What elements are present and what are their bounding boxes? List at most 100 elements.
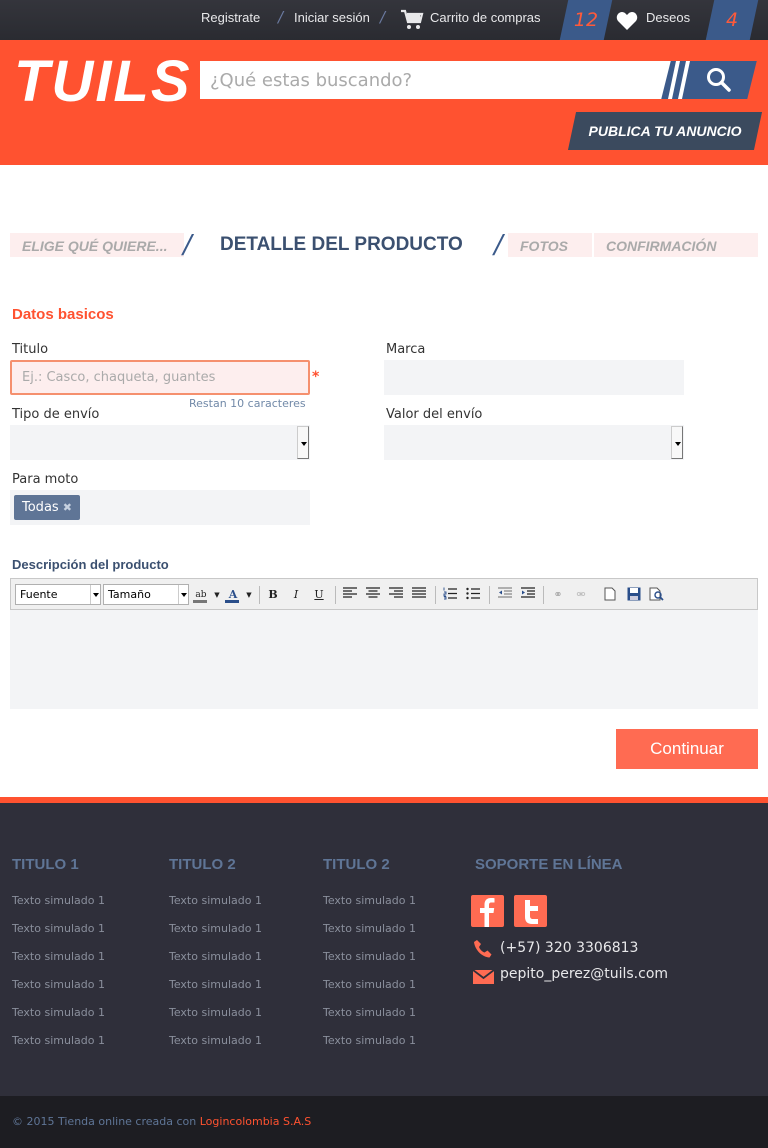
- moto-tag[interactable]: Todas ✖: [14, 495, 80, 520]
- valor-envio-select[interactable]: [384, 425, 684, 460]
- search-stripes-decoration: [668, 61, 690, 99]
- footer-link[interactable]: Texto simulado 1: [169, 950, 262, 963]
- highlight-color-icon[interactable]: ab: [193, 587, 209, 603]
- align-left-icon[interactable]: [342, 587, 358, 603]
- footer-link[interactable]: Texto simulado 1: [323, 922, 416, 935]
- save-icon[interactable]: [626, 587, 642, 603]
- logo[interactable]: TUILS: [14, 48, 192, 115]
- step-confirmation[interactable]: CONFIRMACIÓN: [594, 233, 758, 257]
- titulo-input[interactable]: [12, 362, 308, 393]
- footer-link[interactable]: Texto simulado 1: [169, 1006, 262, 1019]
- required-mark: *: [312, 369, 320, 385]
- underline-icon[interactable]: U: [311, 587, 327, 603]
- align-right-icon[interactable]: [388, 587, 404, 603]
- cart-icon[interactable]: [400, 9, 424, 35]
- step-photos[interactable]: FOTOS: [508, 233, 592, 257]
- footer-link[interactable]: Texto simulado 1: [169, 922, 262, 935]
- text-color-icon[interactable]: A: [225, 587, 241, 603]
- footer-link[interactable]: Texto simulado 1: [169, 894, 262, 907]
- footer-link[interactable]: Texto simulado 1: [12, 978, 105, 991]
- chevron-down-icon: [90, 585, 100, 604]
- unordered-list-icon[interactable]: [465, 587, 481, 603]
- publish-ad-button[interactable]: PUBLICA TU ANUNCIO: [567, 112, 763, 150]
- search-input[interactable]: [200, 61, 676, 99]
- titulo-field-wrap: [10, 360, 310, 395]
- search-icon[interactable]: [706, 67, 732, 97]
- header: TUILS PUBLICA TU ANUNCIO: [0, 40, 768, 165]
- tipo-envio-select[interactable]: [10, 425, 310, 460]
- footer-link[interactable]: Texto simulado 1: [12, 1034, 105, 1047]
- align-justify-icon[interactable]: [411, 587, 427, 603]
- register-link[interactable]: Registrate: [201, 10, 260, 25]
- separator: /: [278, 8, 284, 26]
- ordered-list-icon[interactable]: [442, 587, 458, 603]
- moto-tag-label: Todas: [22, 500, 59, 515]
- section-title: Datos basicos: [12, 306, 114, 323]
- tipo-envio-label: Tipo de envío: [12, 407, 100, 422]
- cart-link[interactable]: Carrito de compras: [430, 10, 541, 25]
- copyright-text: © 2015 Tienda online creada con Logincol…: [12, 1115, 312, 1128]
- new-document-icon[interactable]: [602, 587, 618, 603]
- login-link[interactable]: Iniciar sesión: [294, 10, 370, 25]
- chevron-down-icon[interactable]: ▼: [241, 587, 257, 603]
- toolbar-divider: [335, 586, 336, 604]
- link-icon[interactable]: ⚭: [550, 587, 566, 603]
- align-center-icon[interactable]: [365, 587, 381, 603]
- step-separator: /: [494, 230, 503, 260]
- copyright-bar: © 2015 Tienda online creada con Logincol…: [0, 1096, 768, 1148]
- wishlist-count-badge[interactable]: 4: [705, 0, 759, 40]
- footer-link[interactable]: Texto simulado 1: [323, 950, 416, 963]
- footer-link[interactable]: Texto simulado 1: [323, 1006, 416, 1019]
- continue-button[interactable]: Continuar: [616, 729, 758, 769]
- footer-link[interactable]: Texto simulado 1: [323, 978, 416, 991]
- outdent-icon[interactable]: [497, 587, 513, 603]
- twitter-icon[interactable]: [514, 895, 547, 927]
- footer-col-title: TITULO 1: [12, 856, 79, 873]
- remove-tag-icon[interactable]: ✖: [63, 501, 72, 514]
- step-choose[interactable]: ELIGE QUÉ QUIERE...: [10, 233, 184, 257]
- facebook-icon[interactable]: [471, 895, 504, 927]
- phone-icon: [473, 939, 493, 963]
- footer-link[interactable]: Texto simulado 1: [323, 1034, 416, 1047]
- marca-label: Marca: [386, 342, 426, 357]
- cart-count-badge[interactable]: 12: [559, 0, 613, 40]
- toolbar-divider: [543, 586, 544, 604]
- support-title: SOPORTE EN LÍNEA: [475, 856, 623, 873]
- footer-col-title: TITULO 2: [323, 856, 390, 873]
- chevron-down-icon[interactable]: ▼: [209, 587, 225, 603]
- bold-icon[interactable]: B: [265, 587, 281, 603]
- valor-envio-label: Valor del envío: [386, 407, 483, 422]
- remaining-characters: Restan 10 caracteres: [189, 397, 306, 410]
- marca-input[interactable]: [384, 360, 684, 395]
- toolbar-divider: [489, 586, 490, 604]
- unlink-icon[interactable]: ⚮: [573, 587, 589, 603]
- chevron-down-icon[interactable]: [671, 426, 683, 459]
- chevron-down-icon[interactable]: [297, 426, 309, 459]
- titulo-label: Titulo: [12, 342, 49, 357]
- preview-icon[interactable]: [649, 587, 665, 603]
- heart-icon[interactable]: [616, 11, 638, 35]
- step-product-detail[interactable]: DETALLE DEL PRODUCTO: [208, 232, 488, 256]
- size-select[interactable]: Tamaño: [103, 584, 189, 605]
- editor-toolbar: Fuente Tamaño ab ▼ A ▼ B I U ⚭ ⚮: [10, 578, 758, 610]
- search-box: [200, 61, 676, 99]
- brand-link[interactable]: Logincolombia S.A.S: [200, 1115, 312, 1128]
- footer-link[interactable]: Texto simulado 1: [323, 894, 416, 907]
- indent-icon[interactable]: [520, 587, 536, 603]
- toolbar-divider: [259, 586, 260, 604]
- footer-link[interactable]: Texto simulado 1: [12, 894, 105, 907]
- footer-link[interactable]: Texto simulado 1: [169, 978, 262, 991]
- footer-link[interactable]: Texto simulado 1: [12, 950, 105, 963]
- font-select[interactable]: Fuente: [15, 584, 101, 605]
- support-email[interactable]: pepito_perez@tuils.com: [500, 966, 668, 982]
- footer-link[interactable]: Texto simulado 1: [12, 922, 105, 935]
- footer-col-title: TITULO 2: [169, 856, 236, 873]
- chevron-down-icon: [178, 585, 188, 604]
- support-phone[interactable]: (+57) 320 3306813: [500, 940, 638, 956]
- description-label: Descripción del producto: [12, 557, 169, 572]
- footer-link[interactable]: Texto simulado 1: [169, 1034, 262, 1047]
- italic-icon[interactable]: I: [288, 587, 304, 603]
- wishlist-link[interactable]: Deseos: [646, 10, 690, 25]
- footer-link[interactable]: Texto simulado 1: [12, 1006, 105, 1019]
- description-editor[interactable]: [10, 610, 758, 709]
